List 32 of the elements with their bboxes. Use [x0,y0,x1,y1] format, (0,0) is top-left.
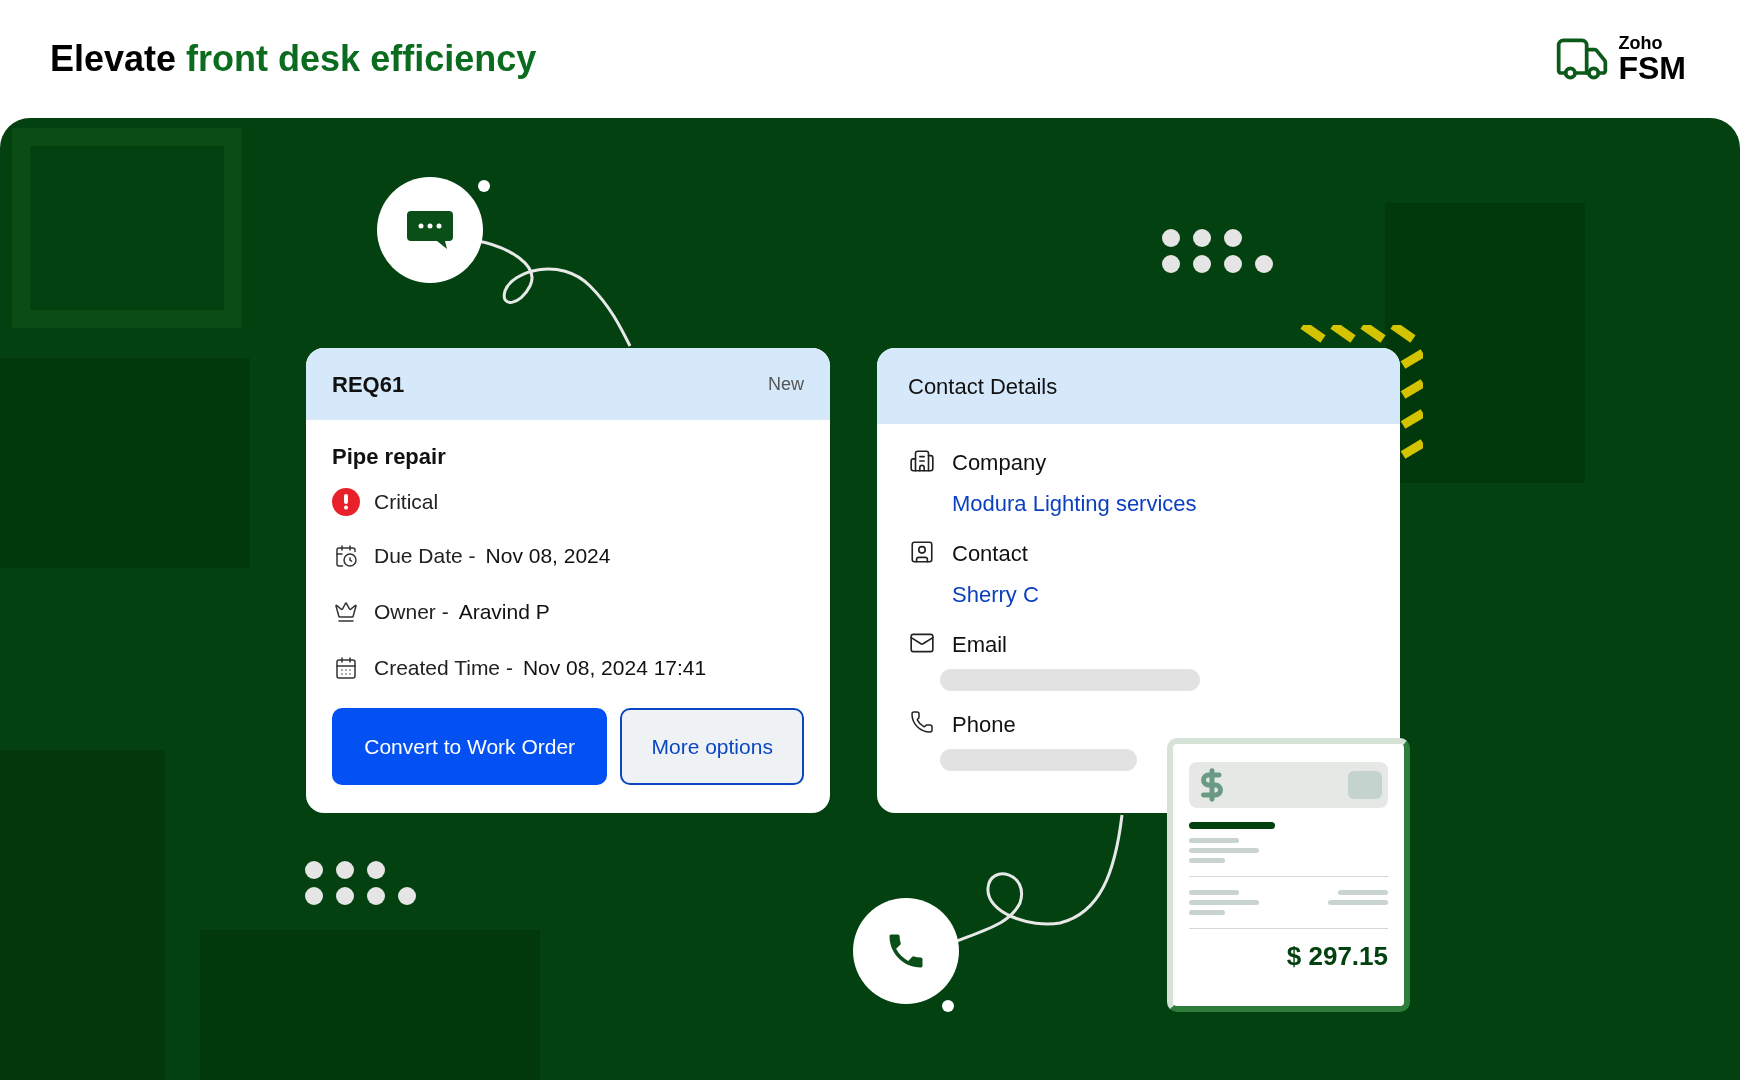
field-label: Due Date - [374,543,476,570]
invoice-chip [1348,771,1382,799]
logo-small-text: Zoho [1618,34,1664,52]
field-label: Phone [952,711,1017,739]
building-icon [909,448,935,474]
field-value: Nov 08, 2024 17:41 [522,655,707,682]
chat-bubble-icon [405,209,455,251]
field-label: Contact [952,540,1029,568]
field-label: Company [952,449,1048,477]
field-label: Owner - [374,599,449,626]
priority-label: Critical [374,489,439,516]
field-link[interactable]: Modura Lighting services [952,487,1197,520]
phone-icon [910,710,934,734]
field-value: Nov 08, 2024 [485,543,611,570]
request-subject: Pipe repair [332,443,447,471]
calendar-icon [334,656,358,680]
field-label: Email [952,631,1008,659]
field-label: Created Time - [374,655,513,682]
field-link[interactable]: Sherry C [952,578,1039,611]
card-title: Contact Details [908,372,1058,401]
more-options-button[interactable]: More options [620,708,804,785]
crown-icon [334,600,358,624]
invoice-amount: $ 297.15 [1286,940,1388,973]
alert-icon [332,488,360,516]
status-label: New [768,372,804,396]
field-value: Aravind P [458,599,550,626]
contact-card-icon [909,539,935,565]
convert-button[interactable]: Convert to Work Order [332,708,608,785]
logo-text: FSM [1618,52,1686,84]
page-title: Elevate front desk efficiency [50,37,537,81]
request-id: REQ61 [332,370,405,399]
calendar-clock-icon [334,544,358,568]
